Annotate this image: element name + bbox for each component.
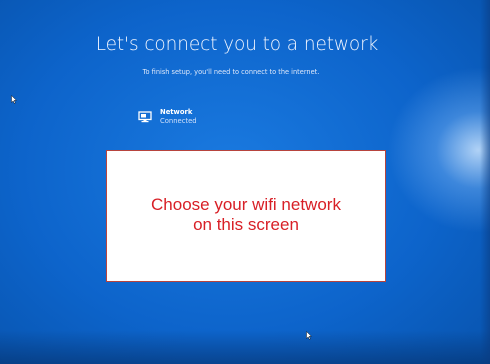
screen-bottom-shadow [0,330,490,364]
mouse-pointer-icon [306,331,312,340]
network-name: Network [160,108,193,116]
network-status: Connected [160,117,197,125]
page-title: Let's connect you to a network [95,34,379,55]
ethernet-monitor-icon [138,111,152,123]
mouse-pointer-icon [11,95,17,104]
annotation-line-1: Choose your wifi network [151,195,341,214]
screen-right-edge [480,0,490,364]
annotation-box: Choose your wifi network on this screen [106,150,386,282]
oobe-network-screen: Let's connect you to a network To finish… [0,0,490,364]
annotation-text: Choose your wifi network on this screen [107,195,385,235]
network-list-item[interactable]: Network Connected [138,108,228,130]
annotation-line-2: on this screen [193,215,299,234]
page-subtitle: To finish setup, you'll need to connect … [142,68,320,76]
